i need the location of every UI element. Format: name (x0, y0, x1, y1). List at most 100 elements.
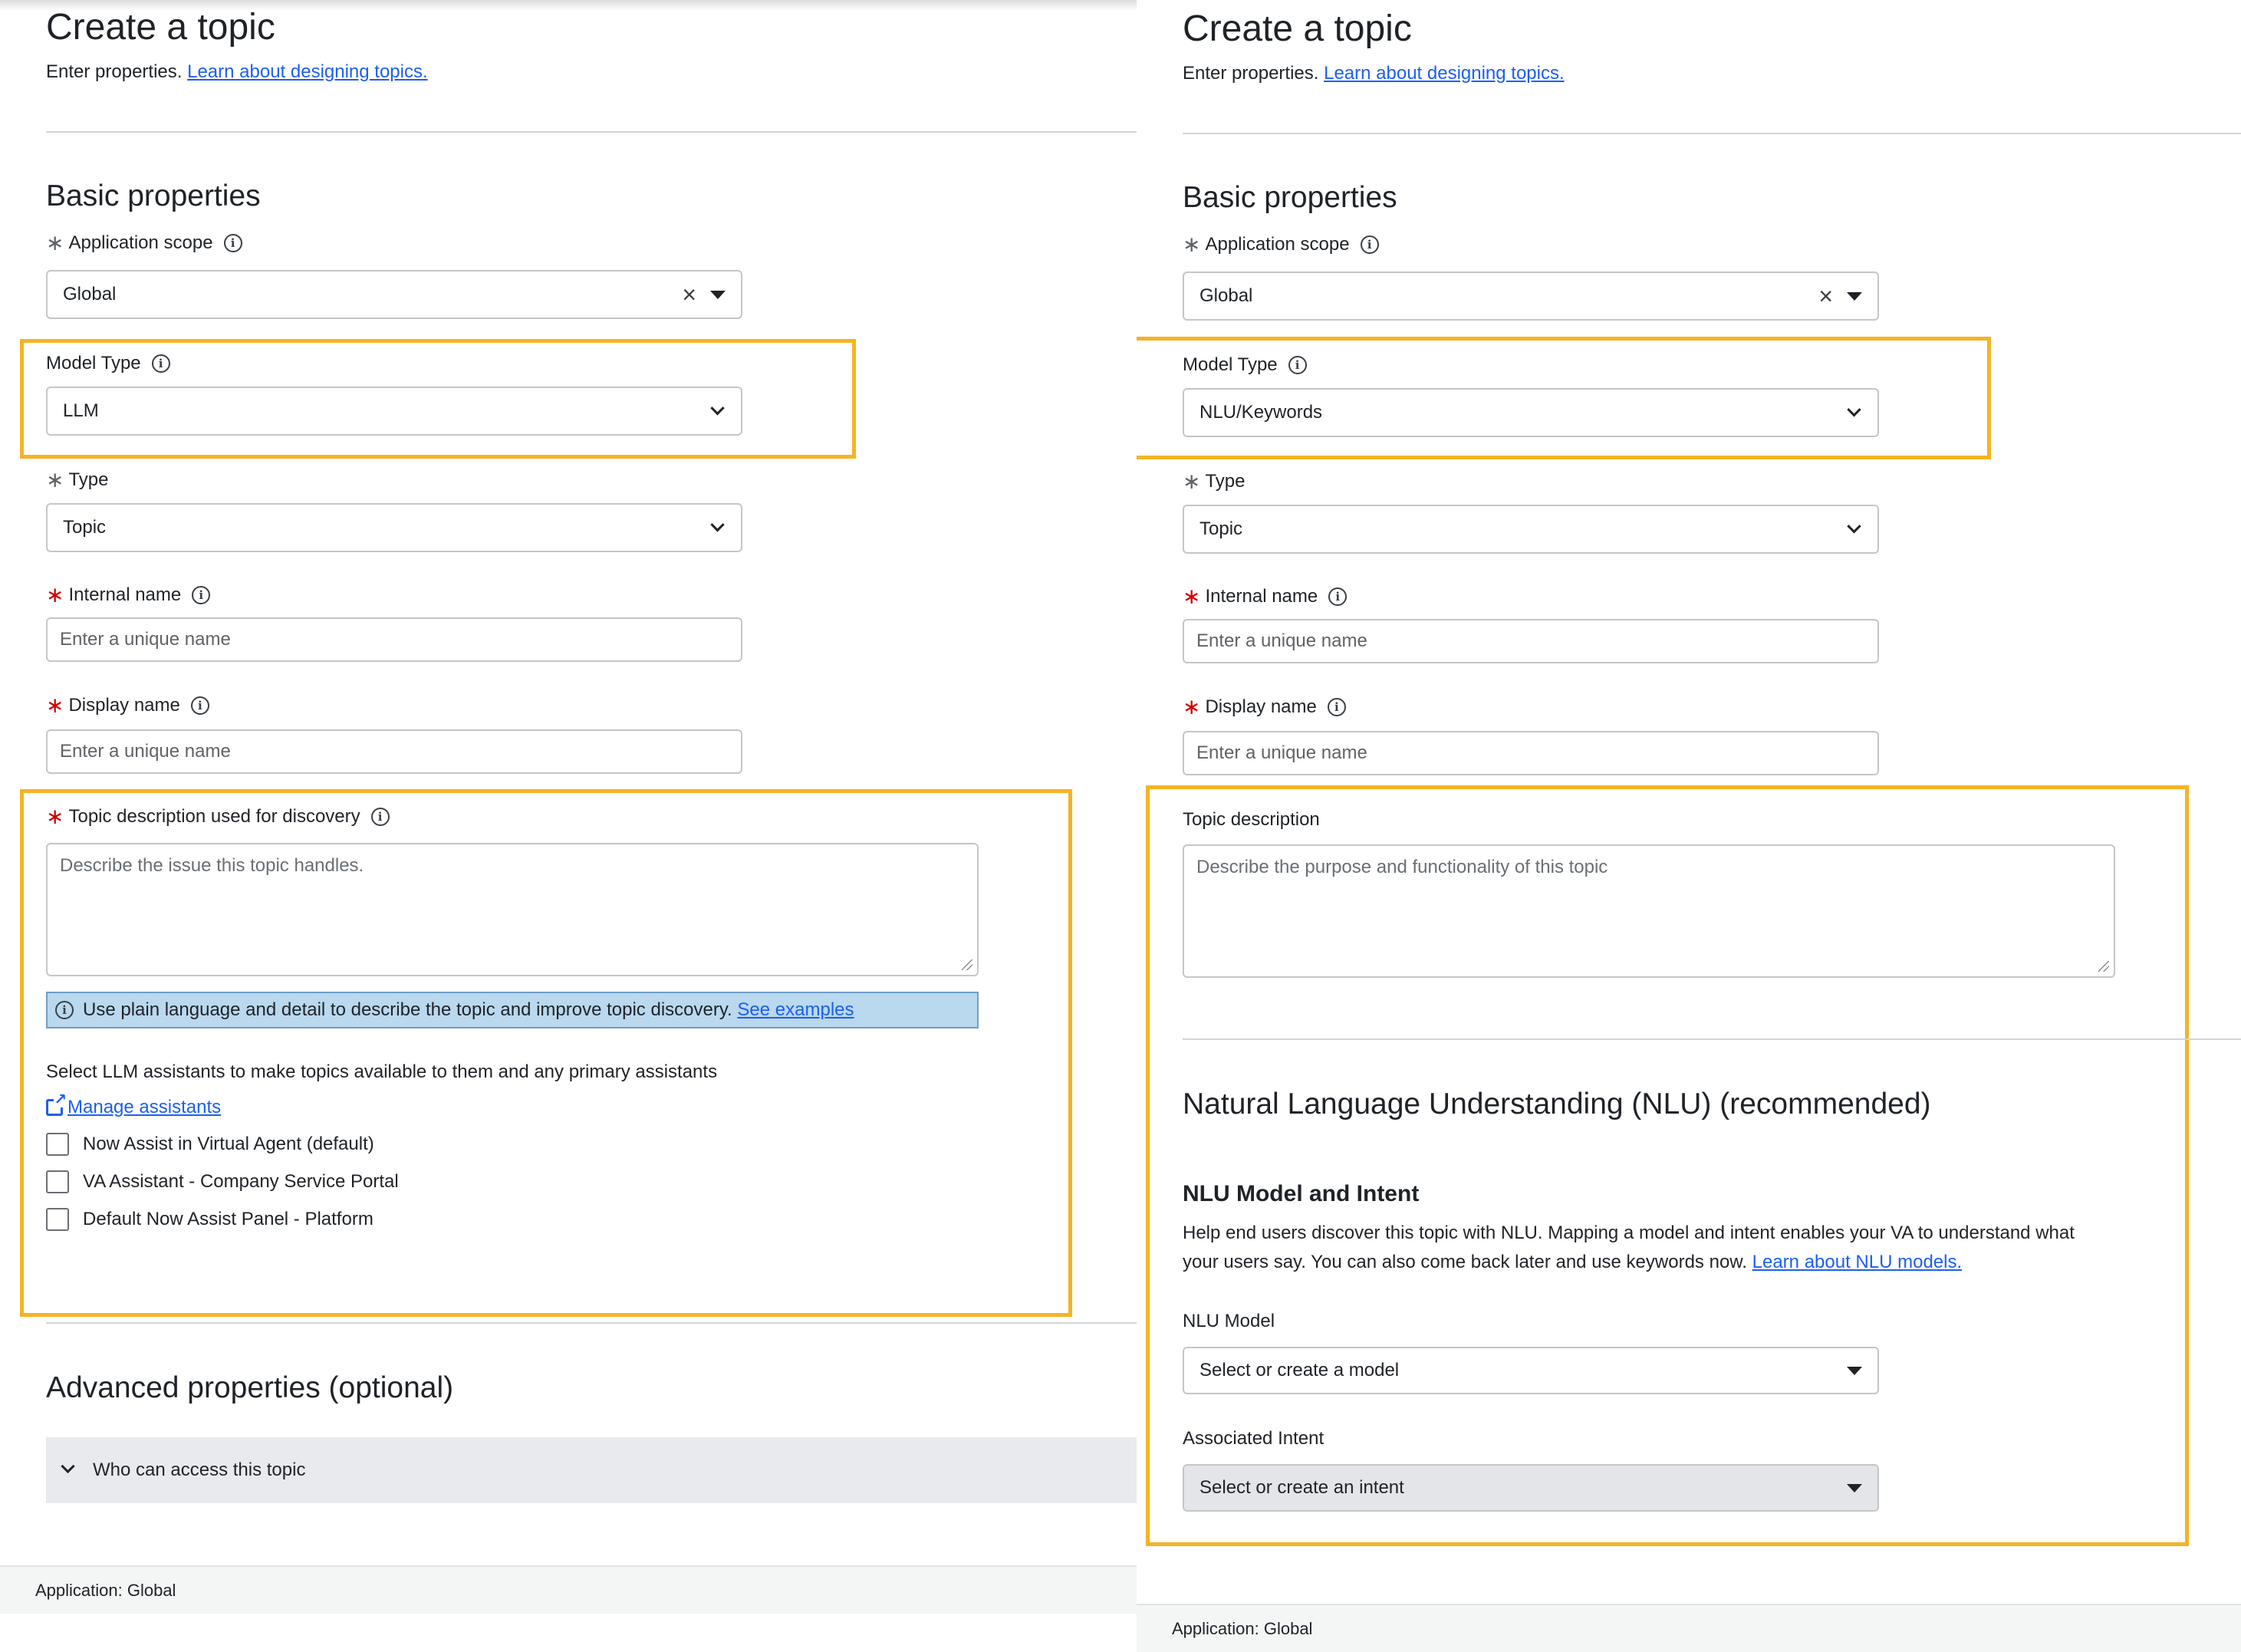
caret-down-icon[interactable] (710, 290, 726, 299)
display-name-label-text: Display name (68, 695, 180, 716)
chevron-down-icon (1847, 402, 1861, 416)
basic-properties-heading: Basic properties (46, 179, 261, 212)
see-examples-link[interactable]: See examples (737, 999, 854, 1021)
checkbox[interactable] (46, 1133, 69, 1156)
description-hint-banner: i Use plain language and detail to descr… (46, 992, 979, 1028)
who-can-access-accordion[interactable]: Who can access this topic (46, 1437, 1137, 1503)
internal-name-placeholder: Enter a unique name (60, 629, 231, 650)
internal-name-input[interactable]: Enter a unique name (46, 617, 742, 662)
chevron-down-icon (61, 1459, 75, 1473)
info-icon[interactable]: i (1327, 698, 1346, 716)
type-label-text: Type (1205, 471, 1246, 492)
clear-icon[interactable]: × (682, 282, 696, 307)
required-asterisk: ∗ (1183, 469, 1201, 493)
required-asterisk: ∗ (46, 693, 64, 717)
chevron-down-icon (1847, 518, 1861, 533)
chevron-down-icon (710, 400, 725, 415)
type-select[interactable]: Topic (46, 503, 742, 552)
external-link-icon (46, 1092, 67, 1116)
assistant-option-label: Default Now Assist Panel - Platform (83, 1209, 374, 1229)
model-type-label: Model Type i (1183, 354, 1307, 376)
application-scope-value: Global (1199, 285, 1253, 306)
assistant-option[interactable]: Now Assist in Virtual Agent (default) (46, 1133, 374, 1156)
application-scope-field[interactable]: Global × (1183, 271, 1879, 321)
info-icon[interactable]: i (1288, 356, 1307, 374)
topic-description-label: Topic description (1183, 809, 1320, 831)
nlu-model-intent-heading: NLU Model and Intent (1183, 1181, 1420, 1206)
type-label: ∗ Type (1183, 471, 1246, 492)
required-asterisk: ∗ (46, 468, 64, 492)
model-type-label: Model Type i (46, 353, 170, 374)
internal-name-label-text: Internal name (68, 584, 182, 605)
type-select[interactable]: Topic (1183, 505, 1879, 554)
checkbox[interactable] (46, 1208, 69, 1231)
divider (1183, 1038, 2241, 1040)
model-type-label-text: Model Type (1183, 354, 1278, 375)
learn-designing-topics-link[interactable]: Learn about designing topics. (1324, 63, 1565, 84)
internal-name-label: ∗ Internal name i (46, 584, 211, 606)
display-name-label-text: Display name (1205, 696, 1317, 717)
assistant-option[interactable]: Default Now Assist Panel - Platform (46, 1208, 374, 1231)
advanced-properties-heading: Advanced properties (optional) (46, 1371, 454, 1404)
intro-line: Enter properties. Learn about designing … (1183, 63, 1565, 84)
hint-text: Use plain language and detail to describ… (83, 999, 732, 1020)
manage-assistants-label[interactable]: Manage assistants (67, 1097, 221, 1118)
application-scope-field[interactable]: Global × (46, 270, 742, 319)
page-title: Create a topic (1183, 8, 1412, 49)
topic-description-textarea[interactable]: Describe the purpose and functionality o… (1183, 844, 2115, 978)
internal-name-placeholder: Enter a unique name (1196, 630, 1367, 651)
assistant-option[interactable]: VA Assistant - Company Service Portal (46, 1170, 399, 1193)
caret-down-icon[interactable] (1847, 291, 1862, 301)
application-scope-label-text: Application scope (68, 232, 213, 253)
status-footer: Application: Global (0, 1565, 1137, 1614)
assistants-instruction: Select LLM assistants to make topics ava… (46, 1061, 718, 1082)
internal-name-input[interactable]: Enter a unique name (1183, 619, 1879, 663)
divider (46, 131, 1137, 133)
left-screenshot-panel: Create a topic Enter properties. Learn a… (0, 0, 1137, 1652)
accordion-label: Who can access this topic (93, 1459, 306, 1480)
nlu-model-placeholder: Select or create a model (1199, 1360, 1400, 1381)
application-scope-label-text: Application scope (1205, 234, 1350, 255)
manage-assistants-link[interactable]: Manage assistants (46, 1092, 221, 1118)
nlu-help-paragraph: Help end users discover this topic with … (1183, 1219, 2103, 1277)
topic-description-placeholder: Describe the issue this topic handles. (60, 855, 364, 876)
right-screenshot-panel: Create a topic Enter properties. Learn a… (1137, 0, 2241, 1652)
nlu-model-select[interactable]: Select or create a model (1183, 1347, 1879, 1394)
topic-description-placeholder: Describe the purpose and functionality o… (1196, 857, 1608, 877)
display-name-input[interactable]: Enter a unique name (46, 729, 742, 774)
nlu-model-label: NLU Model (1183, 1311, 1275, 1332)
type-value: Topic (63, 517, 107, 538)
resize-handle-icon[interactable] (2098, 961, 2109, 972)
internal-name-label-text: Internal name (1205, 586, 1318, 607)
info-icon[interactable]: i (151, 354, 170, 373)
model-type-label-text: Model Type (46, 353, 141, 374)
caret-down-icon (1847, 1366, 1862, 1375)
associated-intent-select[interactable]: Select or create an intent (1183, 1464, 1879, 1512)
model-type-select[interactable]: NLU/Keywords (1183, 388, 1879, 437)
info-icon[interactable]: i (223, 234, 242, 252)
display-name-input[interactable]: Enter a unique name (1183, 731, 1879, 775)
info-icon[interactable]: i (192, 586, 211, 604)
chevron-down-icon (710, 517, 725, 531)
info-icon[interactable]: i (190, 696, 209, 715)
clear-icon[interactable]: × (1818, 284, 1833, 308)
model-type-select[interactable]: LLM (46, 387, 742, 436)
divider (46, 1322, 1137, 1324)
associated-intent-label: Associated Intent (1183, 1428, 1324, 1450)
info-icon[interactable]: i (370, 808, 390, 826)
learn-designing-topics-link[interactable]: Learn about designing topics. (187, 61, 428, 82)
resize-handle-icon[interactable] (962, 959, 972, 970)
info-icon[interactable]: i (1328, 587, 1348, 606)
topic-description-textarea[interactable]: Describe the issue this topic handles. (46, 843, 979, 976)
required-asterisk: ∗ (1183, 695, 1201, 719)
nlu-heading: Natural Language Understanding (NLU) (re… (1183, 1088, 1931, 1121)
page-title: Create a topic (46, 7, 275, 48)
assistant-option-label: VA Assistant - Company Service Portal (83, 1171, 399, 1192)
learn-nlu-models-link[interactable]: Learn about NLU models. (1752, 1252, 1963, 1272)
type-label: ∗ Type (46, 469, 109, 491)
info-icon[interactable]: i (1360, 235, 1379, 254)
checkbox[interactable] (46, 1170, 69, 1193)
info-icon: i (55, 1001, 74, 1019)
model-type-value: NLU/Keywords (1199, 402, 1323, 423)
required-asterisk: ∗ (46, 231, 64, 255)
